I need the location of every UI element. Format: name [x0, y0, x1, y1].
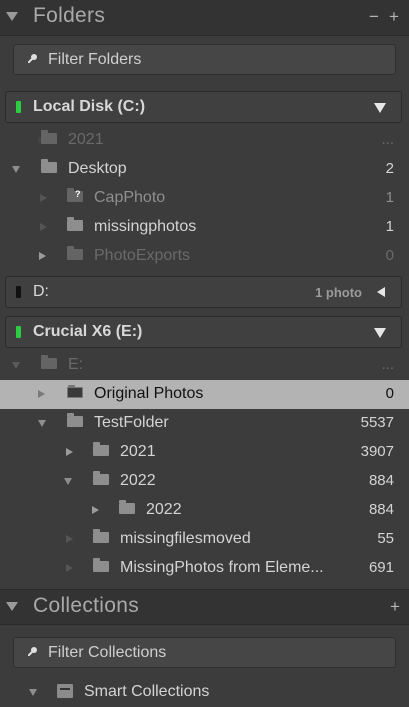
smart-collection-icon	[57, 684, 73, 698]
volume-local-disk[interactable]: Local Disk (C:)	[5, 91, 402, 123]
folder-icon	[93, 558, 109, 572]
folder-count: 884	[368, 472, 394, 489]
volume-expand-icon[interactable]	[377, 287, 385, 297]
folder-count: 55	[377, 530, 394, 547]
folder-icon	[93, 471, 109, 485]
folder-name: missingfilesmoved	[120, 530, 251, 547]
panel-collapse-icon[interactable]	[6, 602, 18, 611]
folder-name: MissingPhotos from Eleme...	[120, 559, 324, 576]
folder-icon	[67, 217, 83, 231]
folder-row-testfolder[interactable]: TestFolder 5537	[0, 409, 409, 438]
filter-collections-placeholder: Filter Collections	[48, 644, 167, 661]
folder-count: ...	[381, 356, 394, 373]
folder-count: 884	[368, 501, 394, 518]
filter-collections-input[interactable]: Filter Collections	[13, 637, 396, 668]
expand-icon[interactable]	[40, 194, 47, 202]
volume-crucial-x6[interactable]: Crucial X6 (E:)	[5, 316, 402, 348]
expand-icon[interactable]	[92, 506, 99, 514]
volume-status-led	[16, 286, 21, 298]
expand-icon[interactable]	[39, 252, 46, 260]
collapse-icon[interactable]	[29, 689, 37, 696]
folder-name: 2022	[146, 501, 182, 518]
folder-count: 691	[368, 559, 394, 576]
folder-count: 0	[385, 385, 394, 402]
folder-name: missingphotos	[94, 218, 197, 235]
filter-folders-placeholder: Filter Folders	[48, 51, 142, 68]
folder-row-missingphotos[interactable]: missingphotos 1	[0, 213, 409, 242]
folders-title: Folders	[33, 4, 106, 27]
folder-name: Desktop	[68, 160, 127, 177]
volume-status-led	[16, 326, 21, 338]
folder-row-2022-nested[interactable]: 2022 884	[0, 496, 409, 525]
folder-name: TestFolder	[94, 414, 169, 431]
volume-expand-icon[interactable]	[374, 103, 386, 113]
collections-panel-header[interactable]: Collections +	[0, 589, 409, 625]
expand-icon[interactable]	[38, 390, 45, 398]
collection-row-smart[interactable]: Smart Collections	[0, 678, 409, 707]
filter-folders-input[interactable]: Filter Folders	[13, 44, 396, 75]
folder-row-2022-sub[interactable]: 2022 884	[0, 467, 409, 496]
folder-row-photoexports[interactable]: PhotoExports 0	[0, 242, 409, 271]
folder-icon	[41, 159, 57, 173]
expand-icon[interactable]	[66, 564, 73, 572]
panel-collapse-icon[interactable]	[6, 12, 18, 21]
expand-icon[interactable]	[66, 448, 73, 456]
remove-folder-button[interactable]: −	[369, 7, 379, 27]
folder-row-desktop[interactable]: Desktop 2	[0, 155, 409, 184]
folder-name: PhotoExports	[94, 247, 191, 264]
folder-count: 0	[385, 247, 394, 264]
add-collection-button[interactable]: +	[390, 597, 400, 617]
search-icon	[28, 54, 37, 63]
folder-row-e-root[interactable]: E: ...	[0, 351, 409, 380]
folder-row-2021-sub[interactable]: 2021 3907	[0, 438, 409, 467]
missing-folder-icon: ?	[67, 188, 83, 202]
volume-photo-count: 1 photo	[315, 285, 362, 300]
folder-count: ...	[381, 131, 394, 148]
collapse-icon[interactable]	[12, 166, 20, 173]
volume-expand-icon[interactable]	[374, 328, 386, 338]
folder-count: 1	[385, 189, 394, 206]
folder-icon	[93, 529, 109, 543]
folder-icon	[41, 355, 57, 369]
volume-name: Local Disk (C:)	[33, 98, 146, 115]
folder-name: E:	[68, 356, 84, 373]
collection-name: Smart Collections	[84, 683, 210, 700]
folder-name: 2021	[120, 443, 156, 460]
folder-icon	[67, 246, 83, 260]
folder-icon	[119, 500, 135, 514]
folder-name: Original Photos	[94, 385, 204, 402]
search-icon	[28, 647, 37, 656]
folder-count: 3907	[360, 443, 394, 460]
collections-title: Collections	[33, 594, 140, 617]
collapse-icon[interactable]	[64, 478, 72, 485]
folder-name: 2022	[120, 472, 156, 489]
folder-row-2021[interactable]: 2021 ...	[0, 126, 409, 155]
volume-name: Crucial X6 (E:)	[33, 323, 143, 340]
volume-status-led	[16, 101, 21, 113]
volume-name: D:	[33, 283, 49, 300]
volume-d[interactable]: D: 1 photo	[5, 276, 402, 308]
folder-icon	[41, 130, 57, 144]
folder-count: 1	[385, 218, 394, 235]
folder-row-original-photos[interactable]: Original Photos 0	[0, 380, 409, 409]
folder-count: 2	[385, 160, 394, 177]
collapse-icon[interactable]	[38, 420, 46, 427]
folder-row-capphoto[interactable]: ? CapPhoto 1	[0, 184, 409, 213]
folder-icon	[93, 442, 109, 456]
expand-icon[interactable]	[66, 535, 73, 543]
folders-panel-header[interactable]: Folders − +	[0, 0, 409, 36]
folder-count: 5537	[360, 414, 394, 431]
folder-icon	[67, 413, 83, 427]
folder-row-missingphotos-elements[interactable]: MissingPhotos from Eleme... 691	[0, 554, 409, 583]
folder-name: 2021	[68, 131, 104, 148]
folder-name: CapPhoto	[94, 189, 166, 206]
folder-row-missingfilesmoved[interactable]: missingfilesmoved 55	[0, 525, 409, 554]
folder-icon	[67, 385, 83, 398]
expand-icon[interactable]	[40, 223, 47, 231]
collapse-icon[interactable]	[12, 362, 20, 369]
add-folder-button[interactable]: +	[389, 7, 399, 27]
